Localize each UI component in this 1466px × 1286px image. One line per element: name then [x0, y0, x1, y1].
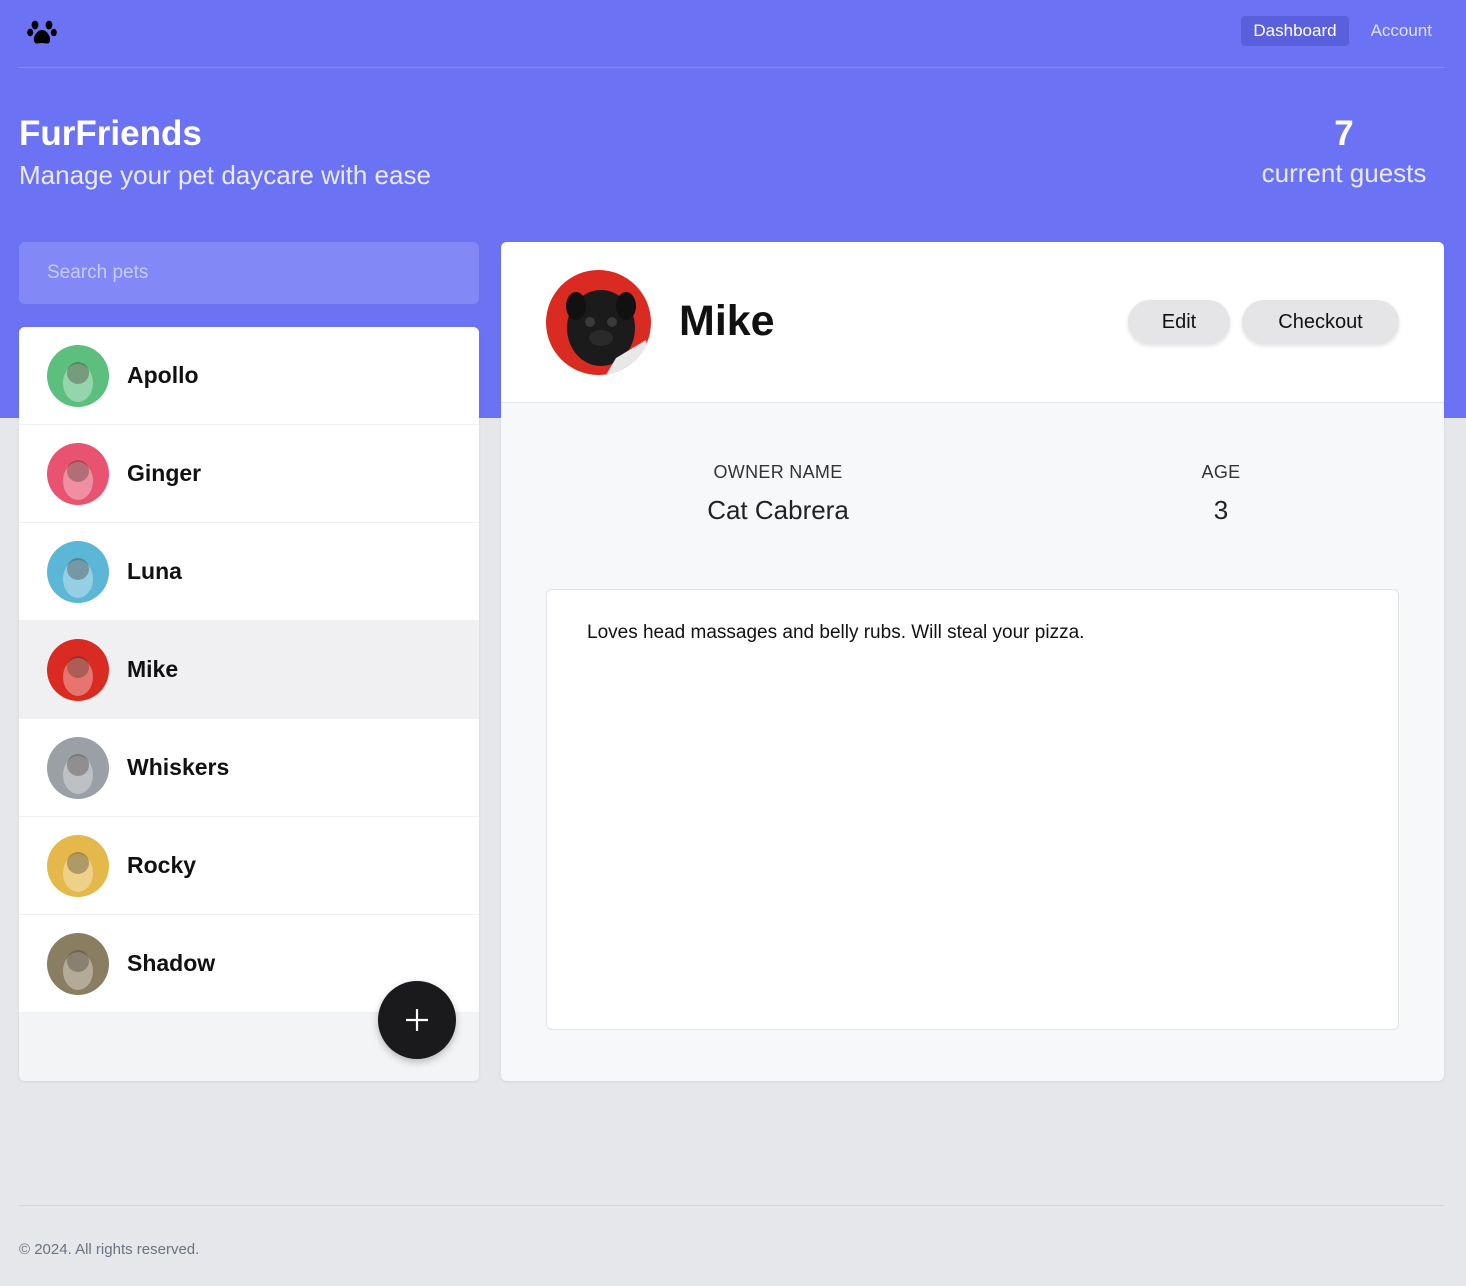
- copyright-text: © 2024. All rights reserved.: [19, 1241, 200, 1258]
- pet-name: Apollo: [127, 362, 199, 388]
- pet-list-item[interactable]: Rocky: [19, 817, 479, 915]
- edit-button[interactable]: Edit: [1128, 300, 1230, 344]
- nav-account[interactable]: Account: [1359, 16, 1444, 46]
- pet-list-item[interactable]: Luna: [19, 523, 479, 621]
- pet-avatar: [47, 932, 109, 995]
- pet-name: Shadow: [127, 950, 216, 976]
- add-pet-button[interactable]: [378, 981, 456, 1059]
- pet-detail-avatar: [546, 270, 651, 375]
- pet-avatar: [47, 442, 109, 505]
- pet-detail-header: Mike Edit Checkout: [501, 242, 1444, 403]
- pet-avatar: [47, 834, 109, 897]
- age-info: AGE 3: [1071, 462, 1371, 526]
- owner-value: Cat Cabrera: [707, 495, 849, 525]
- owner-label: OWNER NAME: [713, 462, 843, 482]
- pet-name: Mike: [127, 656, 179, 682]
- pet-detail-name: Mike: [679, 297, 775, 345]
- pet-avatar: [47, 638, 109, 701]
- pet-list-item[interactable]: Ginger: [19, 425, 479, 523]
- pet-list-items: Apollo Ginger Luna Mike Whiskers Rocky Shadow: [19, 327, 479, 1013]
- pet-name: Ginger: [127, 460, 202, 486]
- age-label: AGE: [1201, 462, 1241, 482]
- guest-count-value: 7: [1334, 114, 1354, 153]
- owner-info: OWNER NAME Cat Cabrera: [628, 462, 928, 526]
- pug-avatar-image: [546, 270, 651, 375]
- top-nav: Dashboard Account: [19, 0, 1444, 68]
- pet-avatar: [47, 344, 109, 407]
- pet-name: Whiskers: [127, 754, 230, 780]
- pet-avatar: [47, 540, 109, 603]
- nav-dashboard[interactable]: Dashboard: [1241, 16, 1349, 46]
- guest-count: 7 current guests: [1244, 114, 1444, 189]
- checkout-button[interactable]: Checkout: [1242, 300, 1399, 344]
- pet-list: Apollo Ginger Luna Mike Whiskers Rocky Shadow: [19, 327, 479, 1081]
- pet-name: Rocky: [127, 852, 197, 878]
- pet-name: Luna: [127, 558, 182, 584]
- pet-list-item[interactable]: Whiskers: [19, 719, 479, 817]
- footer: © 2024. All rights reserved.: [19, 1205, 1444, 1258]
- guest-count-label: current guests: [1261, 158, 1427, 188]
- plus-icon: [406, 1009, 428, 1031]
- search-input[interactable]: [19, 242, 479, 304]
- pet-list-item[interactable]: Mike: [19, 621, 479, 719]
- paw-icon[interactable]: [27, 17, 57, 47]
- pet-avatar: [47, 736, 109, 799]
- app-title: FurFriends: [19, 114, 202, 153]
- age-value: 3: [1213, 495, 1229, 525]
- app-subtitle: Manage your pet daycare with ease: [19, 160, 431, 190]
- pet-notes: Loves head massages and belly rubs. Will…: [546, 589, 1399, 1030]
- nav-links: Dashboard Account: [1241, 16, 1444, 46]
- pet-detail-panel: Mike Edit Checkout OWNER NAME Cat Cabrer…: [501, 242, 1444, 1081]
- pet-list-item[interactable]: Apollo: [19, 327, 479, 425]
